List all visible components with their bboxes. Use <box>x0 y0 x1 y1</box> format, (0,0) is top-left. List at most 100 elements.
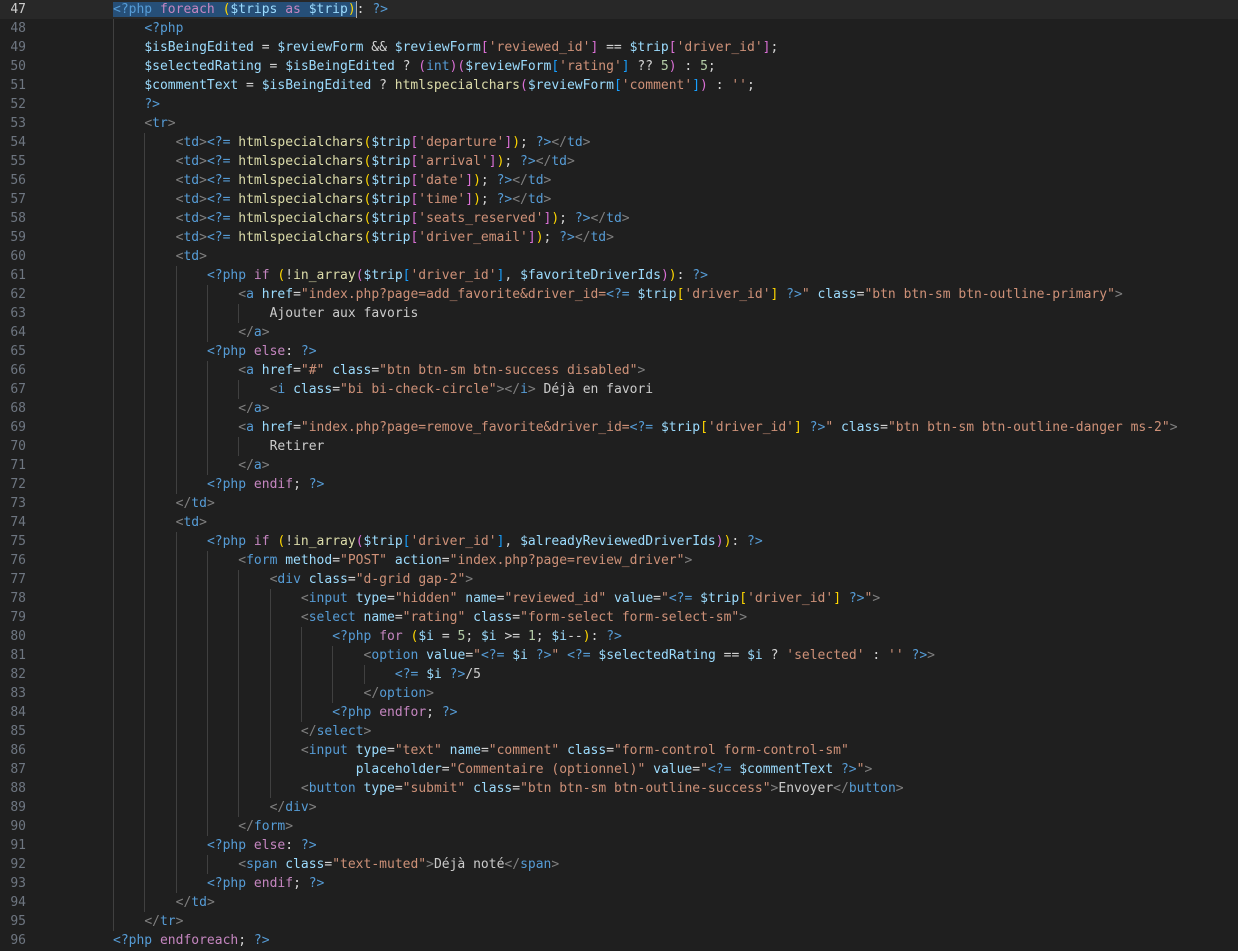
code-line[interactable]: 61 <?php if (!in_array($trip['driver_id']… <box>0 266 1238 285</box>
code-line[interactable]: 85 </select> <box>0 722 1238 741</box>
code-text: <i class="bi bi-check-circle"></i> Déjà … <box>270 380 654 399</box>
code-line[interactable]: 71 </a> <box>0 456 1238 475</box>
code-line[interactable]: 88 <button type="submit" class="btn btn-s… <box>0 779 1238 798</box>
code-line[interactable]: 53 <tr> <box>0 114 1238 133</box>
code-line[interactable]: 59 <td><?= htmlspecialchars($trip['driver… <box>0 228 1238 247</box>
code-line[interactable]: 49 $isBeingEdited = $reviewForm && $revie… <box>0 38 1238 57</box>
code-token: <?php <box>206 876 247 891</box>
code-line[interactable]: 80 <?php for ($i = 5; $i >= 1; $i--): ?> <box>0 627 1238 646</box>
line-number: 68 <box>10 401 26 416</box>
code-line[interactable]: 52 ?> <box>0 95 1238 114</box>
code-line[interactable]: 79 <select name="rating" class="form-sele… <box>0 608 1238 627</box>
code-token: button <box>308 781 356 796</box>
code-token: " <box>660 591 669 606</box>
indent-guide <box>113 152 114 171</box>
code-text: $commentText = $isBeingEdited ? htmlspec… <box>144 76 755 95</box>
code-token: ! <box>285 534 294 549</box>
code-token: 'driver_id' <box>747 591 834 606</box>
code-token: </ <box>175 496 192 511</box>
indent-guide <box>144 627 146 646</box>
code-line[interactable]: 63 Ajouter aux favoris <box>0 304 1238 323</box>
code-line[interactable]: 76 <form method="POST" action="index.php?… <box>0 551 1238 570</box>
code-line[interactable]: 94 </td> <box>0 893 1238 912</box>
code-token: $reviewForm <box>394 40 481 55</box>
code-line[interactable]: 86 <input type="text" name="comment" clas… <box>0 741 1238 760</box>
code-token: > <box>426 686 434 701</box>
code-line[interactable]: 87 placeholder="Commentaire (optionnel)"… <box>0 760 1238 779</box>
code-token: ; <box>504 154 521 169</box>
code-line[interactable]: 81 <option value="<?= $i ?>" <?= $selecte… <box>0 646 1238 665</box>
code-token: 'driver_id' <box>410 268 497 283</box>
code-token: "index.php?page=remove_favorite&driver_i… <box>300 420 630 435</box>
indent-guide <box>113 190 114 209</box>
code-line[interactable]: 73 </td> <box>0 494 1238 513</box>
code-token: $i <box>480 629 497 644</box>
code-token: > <box>551 857 560 872</box>
code-token: = <box>253 40 278 55</box>
code-line[interactable]: 82 <?= $i ?>/5 <box>0 665 1238 684</box>
code-line[interactable]: 65 <?php else: ?> <box>0 342 1238 361</box>
code-token: <?= <box>394 667 419 682</box>
code-line[interactable]: 91 <?php else: ?> <box>0 836 1238 855</box>
indent-guide <box>238 608 240 627</box>
code-token: <?= <box>567 648 591 663</box>
code-token: $trip <box>371 230 411 245</box>
code-line[interactable]: 60 <td> <box>0 247 1238 266</box>
code-line[interactable]: 50 $selectedRating = $isBeingEdited ? (in… <box>0 57 1238 76</box>
selected-token: $trip <box>308 2 348 17</box>
code-token: ) <box>668 268 677 283</box>
code-token: ?> <box>441 705 458 720</box>
code-line[interactable]: 62 <a href="index.php?page=add_favorite&d… <box>0 285 1238 304</box>
indent-guide <box>206 741 208 760</box>
line-number: 95 <box>10 914 26 929</box>
code-line[interactable]: 58 <td><?= htmlspecialchars($trip['seats_… <box>0 209 1238 228</box>
code-token: $reviewForm <box>277 40 364 55</box>
code-line[interactable]: 78 <input type="hidden" name="reviewed_id… <box>0 589 1238 608</box>
code-line[interactable]: 84 <?php endfor; ?> <box>0 703 1238 722</box>
code-line[interactable]: 54 <td><?= htmlspecialchars($trip['depart… <box>0 133 1238 152</box>
code-line[interactable]: 75 <?php if (!in_array($trip['driver_id']… <box>0 532 1238 551</box>
code-line[interactable]: 64 </a> <box>0 323 1238 342</box>
code-line[interactable]: 67 <i class="bi bi-check-circle"></i> Déj… <box>0 380 1238 399</box>
code-line[interactable]: 72 <?php endif; ?> <box>0 475 1238 494</box>
indent-guide <box>144 532 146 551</box>
code-line[interactable]: 68 </a> <box>0 399 1238 418</box>
code-token: ( <box>418 59 427 74</box>
code-line[interactable]: 51 $commentText = $isBeingEdited ? htmlsp… <box>0 76 1238 95</box>
code-token: > <box>167 116 176 131</box>
code-token: < <box>238 363 247 378</box>
code-token: ?> <box>144 97 160 112</box>
indent-guide <box>175 627 177 646</box>
code-editor[interactable]: 47 <?php foreach ($trips as $trip): ?> 48 <… <box>0 0 1238 951</box>
code-line[interactable]: 70 Retirer <box>0 437 1238 456</box>
code-line[interactable]: 92 <span class="text-muted">Déjà noté</sp… <box>0 855 1238 874</box>
code-line[interactable]: 90 </form> <box>0 817 1238 836</box>
code-line[interactable]: 56 <td><?= htmlspecialchars($trip['date']… <box>0 171 1238 190</box>
code-token: td <box>183 154 200 169</box>
code-text: <td><?= htmlspecialchars($trip['arrival'… <box>176 152 575 171</box>
code-line[interactable]: 89 </div> <box>0 798 1238 817</box>
code-line[interactable]: 69 <a href="index.php?page=remove_favorit… <box>0 418 1238 437</box>
indent-guide <box>175 551 177 570</box>
code-line[interactable]: 77 <div class="d-grid gap-2"> <box>0 570 1238 589</box>
code-line[interactable]: 74 <td> <box>0 513 1238 532</box>
code-line[interactable]: 95 </tr> <box>0 912 1238 931</box>
code-token: ] <box>692 78 701 93</box>
code-line[interactable]: 96 <?php endforeach; ?> <box>0 931 1238 950</box>
code-line[interactable]: 55 <td><?= htmlspecialchars($trip['arriva… <box>0 152 1238 171</box>
code-line[interactable]: 57 <td><?= htmlspecialchars($trip['time']… <box>0 190 1238 209</box>
code-line[interactable]: 66 <a href="#" class="btn btn-sm btn-succ… <box>0 361 1238 380</box>
code-line[interactable]: 83 </option> <box>0 684 1238 703</box>
code-token: > <box>927 648 935 663</box>
indent-guide <box>144 133 146 152</box>
code-token: else <box>253 838 286 853</box>
code-token: if <box>253 534 270 549</box>
code-line[interactable]: 47 <?php foreach ($trips as $trip): ?> <box>0 0 1238 19</box>
code-line[interactable]: 93 <?php endif; ?> <box>0 874 1238 893</box>
indent-guide <box>175 361 177 380</box>
code-line[interactable]: 48 <?php <box>0 19 1238 38</box>
code-token: $isBeingEdited <box>261 78 372 93</box>
code-text: <select name="rating" class="form-select… <box>301 608 747 627</box>
